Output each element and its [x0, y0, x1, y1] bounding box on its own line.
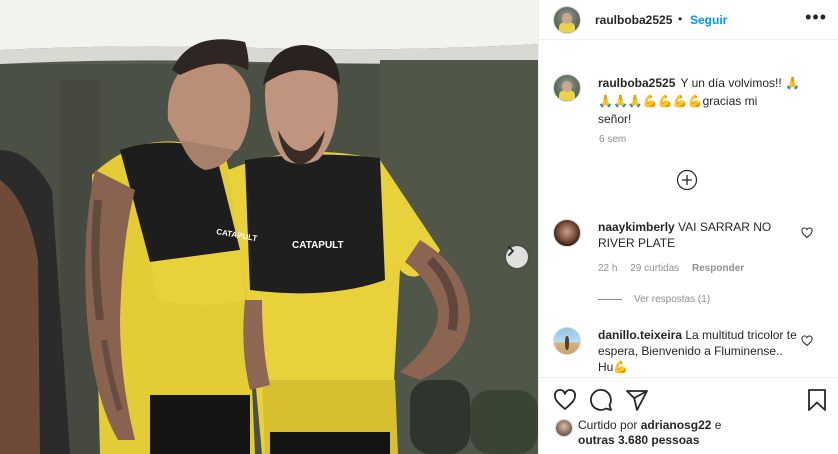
post-actions: Curtido por adrianosg22 e outras 3.680 p… [539, 377, 838, 454]
comment-like-icon[interactable] [801, 227, 813, 239]
caption-line-2: 🙏🙏🙏💪💪💪💪gracias mi [598, 94, 758, 108]
comments-list[interactable]: raulboba2525 Y un día volvimos!! 🙏 🙏🙏🙏💪💪… [539, 41, 838, 377]
follow-button[interactable]: Seguir [690, 13, 727, 27]
caption-line-1: Y un día volvimos!! 🙏 [680, 76, 800, 90]
liker-username[interactable]: adrianosg22 [641, 418, 712, 432]
caption-avatar[interactable] [553, 74, 581, 102]
view-replies-label: Ver respostas (1) [634, 294, 711, 305]
comment-item: danillo.teixeira La multitud tricolor te… [539, 327, 838, 377]
post-caption: raulboba2525 Y un día volvimos!! 🙏 🙏🙏🙏💪💪… [598, 74, 823, 128]
comment-likes[interactable]: 29 curtidas [630, 263, 679, 274]
owner-avatar[interactable] [553, 6, 581, 34]
comment-meta: 22 h 29 curtidas Responder [598, 263, 754, 274]
comment-item: naaykimberly VAI SARRAR NO RIVER PLATE 2… [539, 219, 838, 309]
shirt-logo-right: CATAPULT [292, 240, 344, 251]
comment-time[interactable]: 22 h [598, 263, 617, 274]
post-photo[interactable]: CATAPULT CATAPULT [0, 0, 538, 454]
next-photo-button[interactable] [506, 246, 528, 268]
load-more-comments-icon[interactable] [676, 169, 698, 191]
header-separator: • [678, 12, 683, 26]
view-replies-button[interactable]: Ver respostas (1) [598, 294, 710, 305]
chevron-right-icon [508, 246, 514, 256]
owner-username[interactable]: raulboba2525 [595, 13, 672, 27]
caption-username[interactable]: raulboba2525 [598, 76, 675, 90]
comment-body: danillo.teixeira La multitud tricolor te… [598, 327, 798, 375]
post-header: raulboba2525 • Seguir ••• [539, 0, 838, 40]
reply-button[interactable]: Responder [692, 263, 744, 274]
comment-like-icon[interactable] [801, 335, 813, 347]
comment-icon[interactable] [589, 388, 613, 412]
share-icon[interactable] [625, 388, 649, 412]
commenter-avatar[interactable] [553, 327, 581, 355]
comment-body: naaykimberly VAI SARRAR NO RIVER PLATE [598, 219, 798, 251]
caption-time[interactable]: 6 sem [599, 134, 626, 145]
post-side-panel: raulboba2525 • Seguir ••• raulboba2525 Y… [538, 0, 838, 454]
likes-others[interactable]: outras 3.680 pessoas [578, 433, 699, 447]
likes-summary: Curtido por adrianosg22 e outras 3.680 p… [578, 418, 828, 448]
more-options-icon[interactable]: ••• [805, 8, 827, 26]
caption-line-3: señor! [598, 112, 632, 126]
likes-middle: e [714, 418, 722, 432]
heart-icon[interactable] [553, 388, 577, 412]
liker-avatar[interactable] [555, 419, 573, 437]
commenter-username[interactable]: danillo.teixeira [598, 328, 682, 342]
replies-line [598, 299, 622, 300]
bookmark-icon[interactable] [805, 388, 829, 412]
tent-roof [0, 0, 538, 50]
commenter-avatar[interactable] [553, 219, 581, 247]
likes-prefix: Curtido por [578, 418, 638, 432]
photo-illustration: CATAPULT CATAPULT [0, 0, 538, 454]
commenter-username[interactable]: naaykimberly [598, 220, 675, 234]
